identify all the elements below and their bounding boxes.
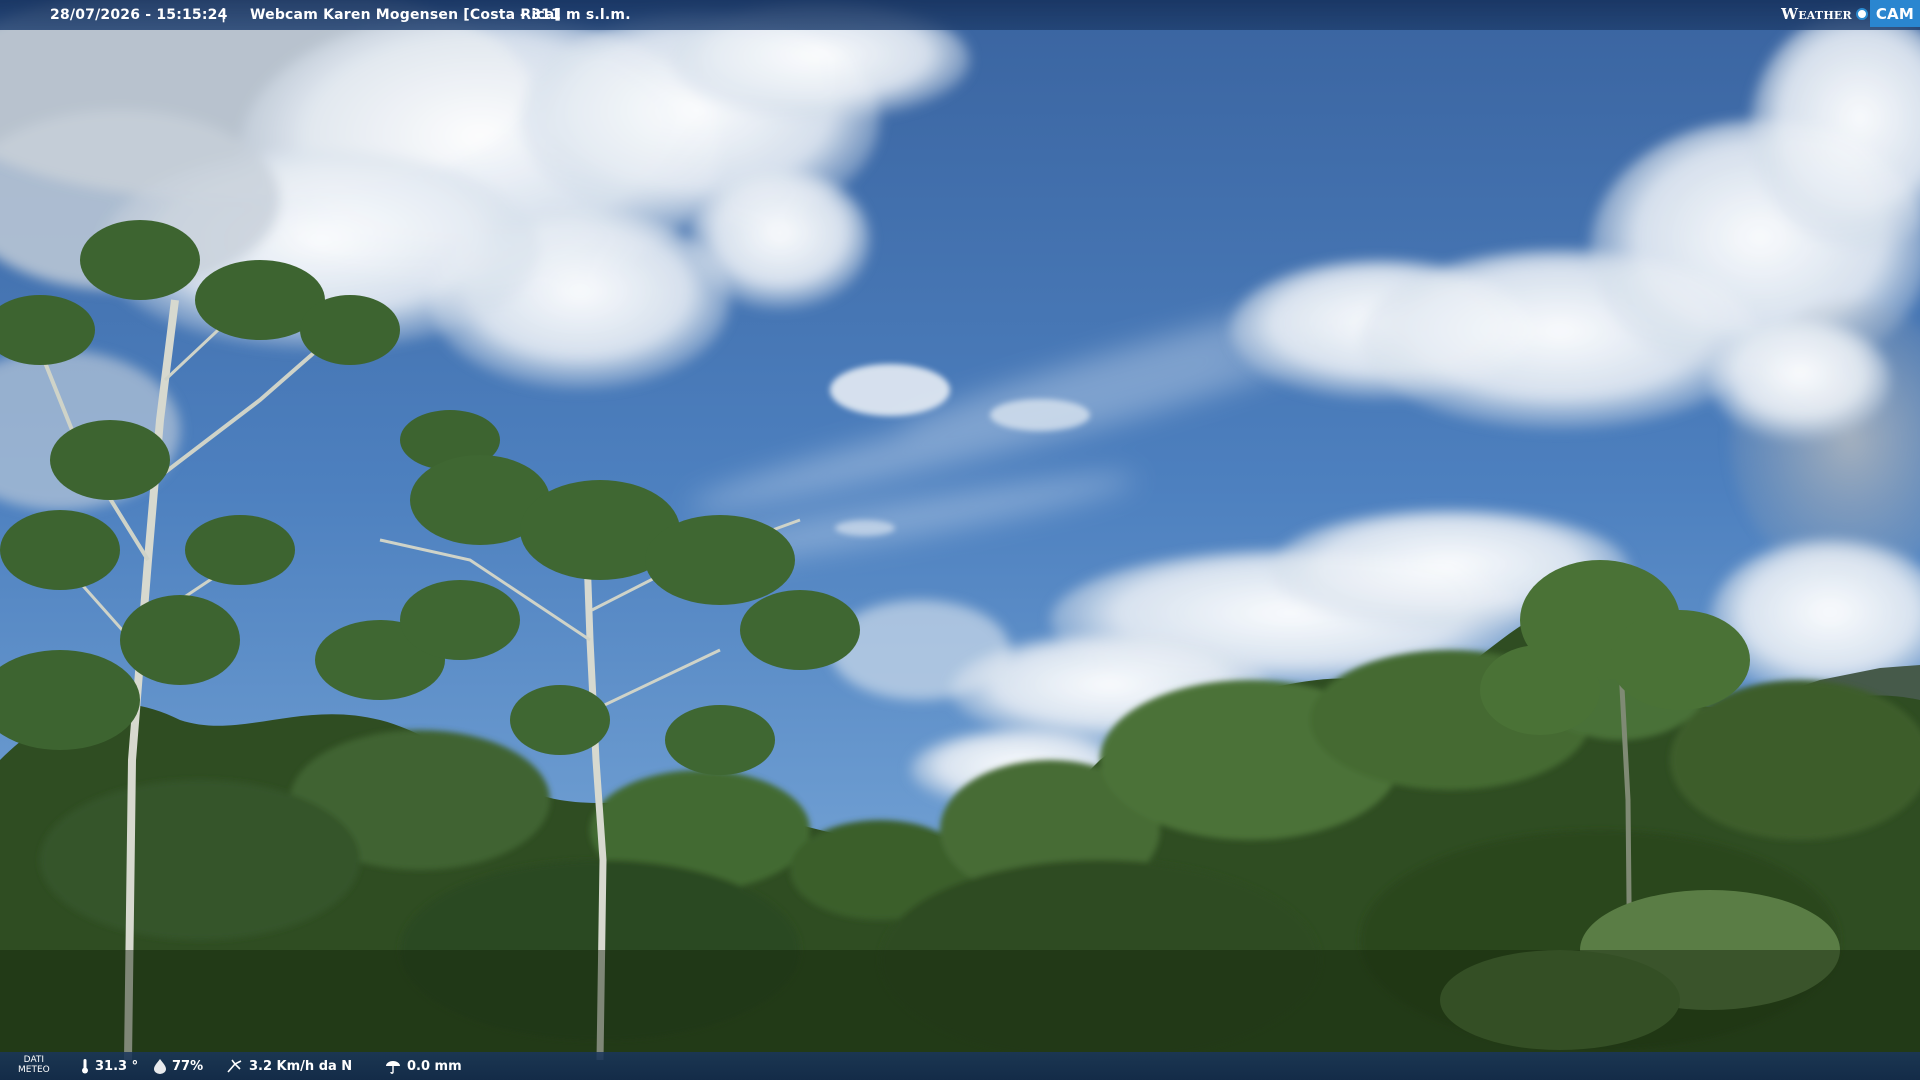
rain-reading: 0.0 mm [384, 1058, 462, 1074]
timestamp: 28/07/2026 - 15:15:24 [50, 7, 228, 23]
rain-gauge-icon [386, 1061, 400, 1074]
header-divider: | [221, 7, 227, 23]
webcam-altitude: - 311 m s.l.m. [520, 7, 631, 23]
humidity-value: 77% [172, 1058, 204, 1074]
landscape-scene [0, 0, 1920, 1080]
thermometer-icon [82, 1059, 88, 1074]
humidity-reading: 77% [153, 1058, 203, 1074]
logo-weather-text: Weather [1781, 4, 1852, 23]
wind-value: 3.2 Km/h da N [249, 1058, 353, 1074]
wind-icon [227, 1059, 242, 1073]
logo-dot-icon [1855, 7, 1868, 20]
wind-reading: 3.2 Km/h da N [226, 1058, 352, 1074]
logo-cam-text: CAM [1869, 0, 1920, 27]
temperature-reading: 31.3 ° [80, 1058, 138, 1074]
weather-data-bar: DATI METEO 31.3 ° 77% 3.2 Km/h da N 0.0 … [0, 1052, 1920, 1080]
rain-value: 0.0 mm [407, 1058, 462, 1074]
top-info-bar: 28/07/2026 - 15:15:24 | Webcam Karen Mog… [0, 0, 1920, 30]
webcam-image [0, 0, 1920, 1080]
temperature-value: 31.3 ° [95, 1058, 139, 1074]
weathercam-logo: Weather CAM [1781, 0, 1920, 27]
meteo-label: DATI METEO [18, 1055, 50, 1075]
droplet-icon [154, 1059, 166, 1074]
webcam-title: Webcam Karen Mogensen [Costa Rica] [250, 7, 562, 23]
